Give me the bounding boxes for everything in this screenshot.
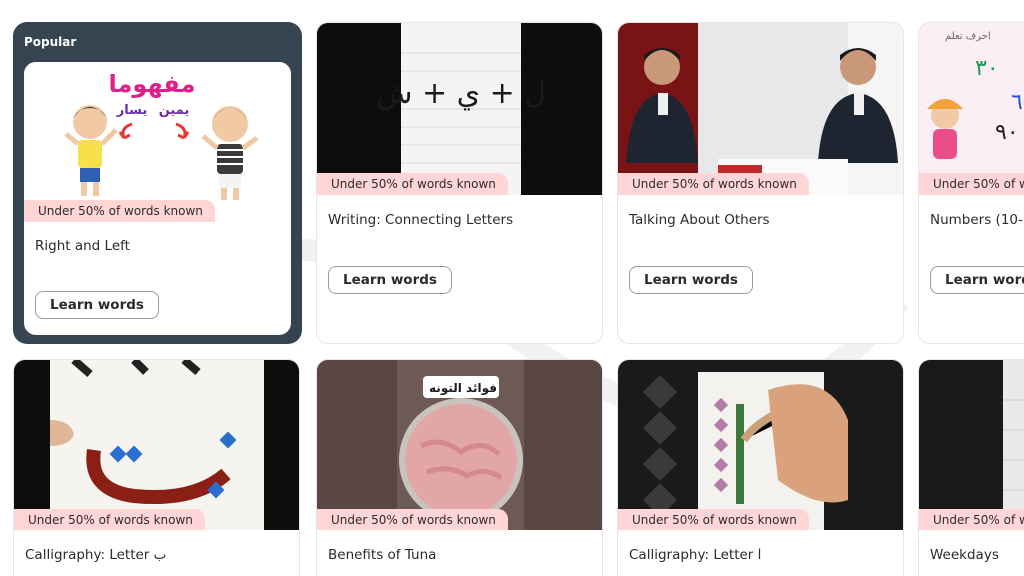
learn-words-button[interactable]: Learn words (35, 291, 159, 319)
lesson-thumbnail[interactable]: مفهوما يمين يسار Under 50% of words know… (24, 62, 291, 232)
thumb-header-text: احرف تعلم (945, 31, 991, 42)
lesson-title[interactable]: Writing: Connecting Letters (328, 212, 513, 228)
words-known-badge: Under 50% of words known (317, 173, 508, 195)
thumb-title-text: مفهوما (109, 70, 196, 98)
lesson-card-numbers[interactable]: احرف تعلم ٣٠ ٦ ٩٠ Under 50% of words kno… (918, 22, 1024, 344)
words-known-badge: Under 50% of words known (24, 200, 215, 222)
words-known-badge: Under 50% of words known (14, 509, 205, 530)
lesson-title[interactable]: Weekdays (930, 547, 999, 563)
lesson-card-right-left[interactable]: مفهوما يمين يسار Under 50% of words know… (24, 62, 291, 335)
lesson-thumbnail[interactable]: Under 50% of words known (14, 360, 299, 530)
lesson-title[interactable]: Right and Left (35, 238, 130, 254)
thumb-left-text: يسار (116, 103, 147, 118)
words-known-badge: Under 50% of words known (919, 173, 1024, 195)
lesson-thumbnail[interactable]: Under 50% of words known (618, 23, 903, 195)
words-known-badge: Under 50% of words known (317, 509, 508, 530)
lesson-title[interactable]: Calligraphy: Letter ب (25, 547, 166, 563)
words-known-badge: Under 50% of words known (919, 509, 1024, 530)
words-known-badge: Under 50% of words known (618, 509, 809, 530)
lesson-card-benefits-of-tuna[interactable]: فوائد التونه Under 50% of words known Be… (316, 359, 603, 576)
lesson-thumbnail[interactable]: Under 50% of words known (919, 360, 1024, 530)
thumb-caption-text: فوائد التونه (429, 381, 497, 396)
learn-words-button[interactable]: Learn words (328, 266, 452, 294)
lesson-title[interactable]: Talking About Others (629, 212, 770, 228)
lesson-card-talking-about-others[interactable]: Under 50% of words known Talking About O… (617, 22, 904, 344)
learn-words-button[interactable]: Learn words (930, 266, 1024, 294)
learn-words-button[interactable]: Learn words (629, 266, 753, 294)
thumb-number-2: ٦ (1011, 90, 1023, 115)
thumb-number-3: ٩٠ (995, 120, 1019, 145)
thumb-letters-text: ل + ي + ش (376, 76, 546, 111)
popular-section: Popular مفهوما يمين يسار Under 50% of wo… (13, 22, 302, 344)
lesson-grid: Popular مفهوما يمين يسار Under 50% of wo… (0, 0, 1024, 576)
lesson-card-calligraphy-alif[interactable]: Under 50% of words known Calligraphy: Le… (617, 359, 904, 576)
lesson-card-calligraphy-ba[interactable]: Under 50% of words known Calligraphy: Le… (13, 359, 300, 576)
lesson-thumbnail[interactable]: احرف تعلم ٣٠ ٦ ٩٠ Under 50% of words kno… (919, 23, 1024, 195)
lesson-thumbnail[interactable]: ل + ي + ش Under 50% of words known (317, 23, 602, 195)
words-known-badge: Under 50% of words known (618, 173, 809, 195)
lesson-card-weekdays[interactable]: Under 50% of words known Weekdays (918, 359, 1024, 576)
thumb-number-1: ٣٠ (975, 56, 999, 81)
lesson-title[interactable]: Numbers (10-1 (930, 212, 1024, 228)
thumb-right-text: يمين (159, 103, 190, 118)
lesson-card-connecting-letters[interactable]: ل + ي + ش Under 50% of words known Writi… (316, 22, 603, 344)
lesson-thumbnail[interactable]: فوائد التونه Under 50% of words known (317, 360, 602, 530)
lesson-title[interactable]: Calligraphy: Letter ا (629, 547, 761, 563)
lesson-title[interactable]: Benefits of Tuna (328, 547, 436, 563)
lesson-thumbnail[interactable]: Under 50% of words known (618, 360, 903, 530)
popular-label: Popular (24, 35, 77, 49)
